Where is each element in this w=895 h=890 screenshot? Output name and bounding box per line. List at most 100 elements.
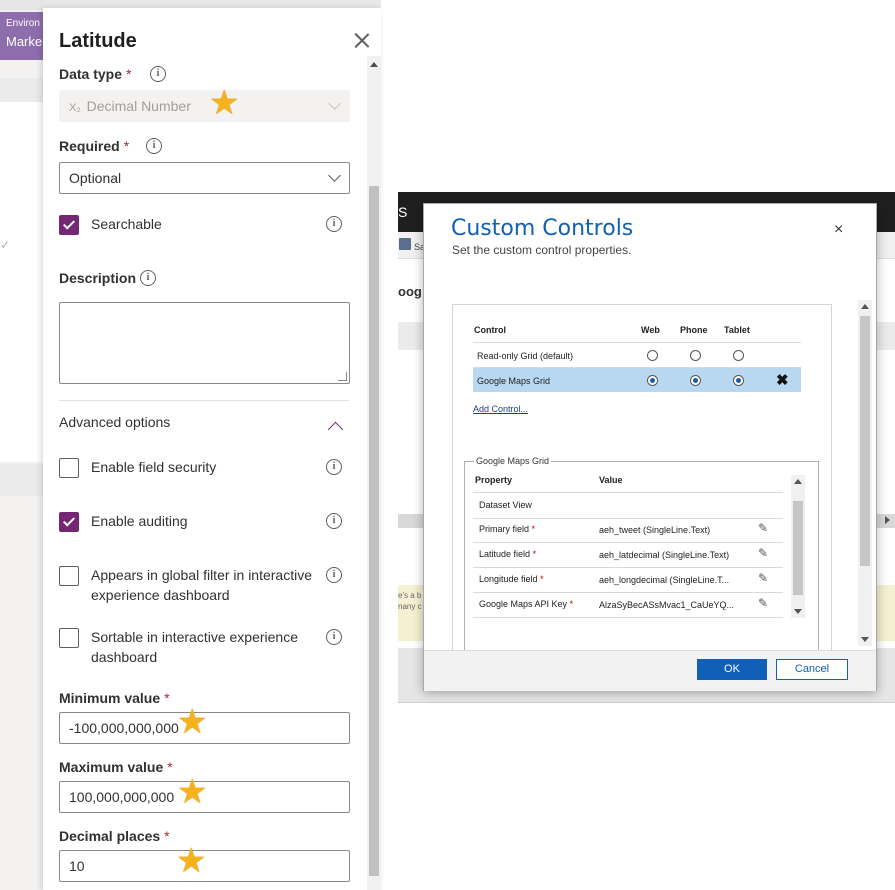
controls-header-control: Control — [474, 325, 506, 335]
add-control-link[interactable]: Add Control... — [473, 404, 528, 414]
property-name: Primary field * — [479, 524, 536, 534]
star-annotation-icon: ★ — [177, 773, 208, 811]
enable-field-security-checkbox[interactable] — [59, 458, 79, 478]
cancel-button[interactable]: Cancel — [776, 659, 848, 680]
scrollbar-thumb[interactable] — [860, 316, 870, 566]
sortable-info-icon[interactable]: i — [326, 629, 342, 645]
divider — [473, 518, 783, 519]
divider — [473, 542, 783, 543]
searchable-label: Searchable — [91, 216, 162, 232]
environment-label: Environ — [6, 18, 40, 29]
required-value: Optional — [69, 170, 122, 186]
delete-control-icon[interactable]: ✖ — [776, 371, 789, 389]
panel-scrollbar[interactable] — [367, 56, 381, 890]
edit-pencil-icon[interactable]: ✎ — [758, 571, 768, 585]
environment-name: Marke — [6, 34, 43, 49]
edit-pencil-icon[interactable]: ✎ — [758, 546, 768, 560]
global-filter-label: Appears in global filter in interactive … — [91, 567, 313, 603]
scrollbar-thumb[interactable] — [793, 501, 803, 595]
property-value: aeh_tweet (SingleLine.Text) — [599, 525, 711, 535]
background-content — [0, 102, 43, 462]
divider — [473, 567, 783, 568]
minimum-value: -100,000,000,000 — [69, 720, 179, 736]
phone-radio[interactable] — [690, 375, 701, 386]
edit-pencil-icon[interactable]: ✎ — [758, 521, 768, 535]
background-top-bar — [0, 0, 43, 10]
dialog-title: Custom Controls — [451, 216, 634, 241]
chevron-down-icon — [328, 169, 341, 182]
scrollbar-thumb[interactable] — [369, 186, 379, 876]
properties-header-property: Property — [475, 475, 513, 485]
panel-title: Latitude — [59, 30, 137, 52]
decimal-places-label: Decimal places * — [59, 828, 170, 844]
minimum-value-label: Minimum value * — [59, 690, 170, 706]
phone-radio[interactable] — [690, 350, 701, 361]
check-icon: ✓ — [0, 238, 11, 252]
star-annotation-icon: ★ — [177, 703, 208, 741]
scroll-right-arrow-icon[interactable] — [885, 516, 890, 524]
star-annotation-icon: ★ — [176, 842, 207, 880]
searchable-checkbox[interactable] — [59, 215, 79, 235]
background-app-left: Environ Marke ✓ — [0, 0, 43, 890]
data-type-info-icon[interactable]: i — [150, 66, 166, 82]
scroll-up-arrow-icon[interactable] — [794, 479, 802, 484]
legacy-notice-text: e's a b nany c — [398, 591, 422, 611]
scroll-down-arrow-icon[interactable] — [794, 609, 802, 614]
environment-badge[interactable]: Environ Marke — [0, 12, 43, 60]
background-band — [0, 464, 43, 496]
resize-handle-icon[interactable] — [338, 372, 347, 381]
properties-header-value: Value — [599, 475, 623, 485]
maximum-value-label: Maximum value * — [59, 759, 173, 775]
browser-toolbar-strip — [43, 0, 381, 8]
sortable-label: Sortable in interactive experience dashb… — [91, 629, 299, 665]
chevron-up-icon[interactable] — [327, 421, 344, 438]
enable-auditing-label: Enable auditing — [91, 513, 188, 529]
property-name: Latitude field * — [479, 549, 537, 559]
dialog-subtitle: Set the custom control properties. — [452, 243, 632, 257]
scroll-up-arrow-icon[interactable] — [370, 62, 378, 67]
nav-bar-text: S — [398, 204, 408, 220]
chevron-down-icon — [328, 97, 341, 110]
decimal-places-value: 10 — [69, 858, 85, 874]
description-info-icon[interactable]: i — [140, 270, 156, 286]
web-radio[interactable] — [647, 350, 658, 361]
legacy-heading: oog — [398, 284, 422, 299]
property-name: Dataset View — [479, 500, 532, 510]
property-value: aeh_longdecimal (SingleLine.T... — [599, 575, 730, 585]
divider — [473, 342, 801, 343]
advanced-options-toggle[interactable]: Advanced options — [59, 414, 170, 430]
tablet-radio[interactable] — [733, 350, 744, 361]
description-textarea[interactable] — [59, 302, 350, 384]
global-filter-info-icon[interactable]: i — [326, 567, 342, 583]
data-type-select[interactable]: X₂ Decimal Number — [59, 90, 350, 122]
control-name: Google Maps Grid — [477, 376, 551, 386]
close-dialog-icon[interactable]: × — [834, 221, 843, 239]
scroll-up-arrow-icon[interactable] — [861, 304, 869, 309]
properties-scrollbar[interactable] — [791, 475, 805, 618]
required-info-icon[interactable]: i — [146, 138, 162, 154]
searchable-info-icon[interactable]: i — [326, 216, 342, 232]
property-name: Longitude field * — [479, 574, 544, 584]
save-icon[interactable] — [399, 238, 411, 250]
maximum-value: 100,000,000,000 — [69, 789, 175, 805]
close-panel-icon[interactable] — [351, 30, 373, 52]
background-band — [0, 78, 43, 102]
global-filter-checkbox[interactable] — [59, 566, 79, 586]
tablet-radio[interactable] — [733, 375, 744, 386]
auditing-info-icon[interactable]: i — [326, 513, 342, 529]
controls-header-web: Web — [641, 325, 660, 335]
field-security-info-icon[interactable]: i — [326, 459, 342, 475]
controls-header-phone: Phone — [680, 325, 708, 335]
web-radio[interactable] — [647, 375, 658, 386]
divider — [473, 592, 783, 593]
required-select[interactable]: Optional — [59, 162, 350, 194]
enable-auditing-checkbox[interactable] — [59, 512, 79, 532]
ok-button[interactable]: OK — [697, 659, 767, 680]
dialog-scrollbar[interactable] — [858, 300, 872, 646]
edit-pencil-icon[interactable]: ✎ — [758, 596, 768, 610]
data-type-label: Data type * — [59, 66, 132, 82]
properties-group-legend: Google Maps Grid — [474, 456, 552, 466]
scroll-down-arrow-icon[interactable] — [861, 637, 869, 642]
property-value: AlzaSyBecASsMvac1_CaUeYQ... — [599, 600, 735, 610]
sortable-checkbox[interactable] — [59, 628, 79, 648]
